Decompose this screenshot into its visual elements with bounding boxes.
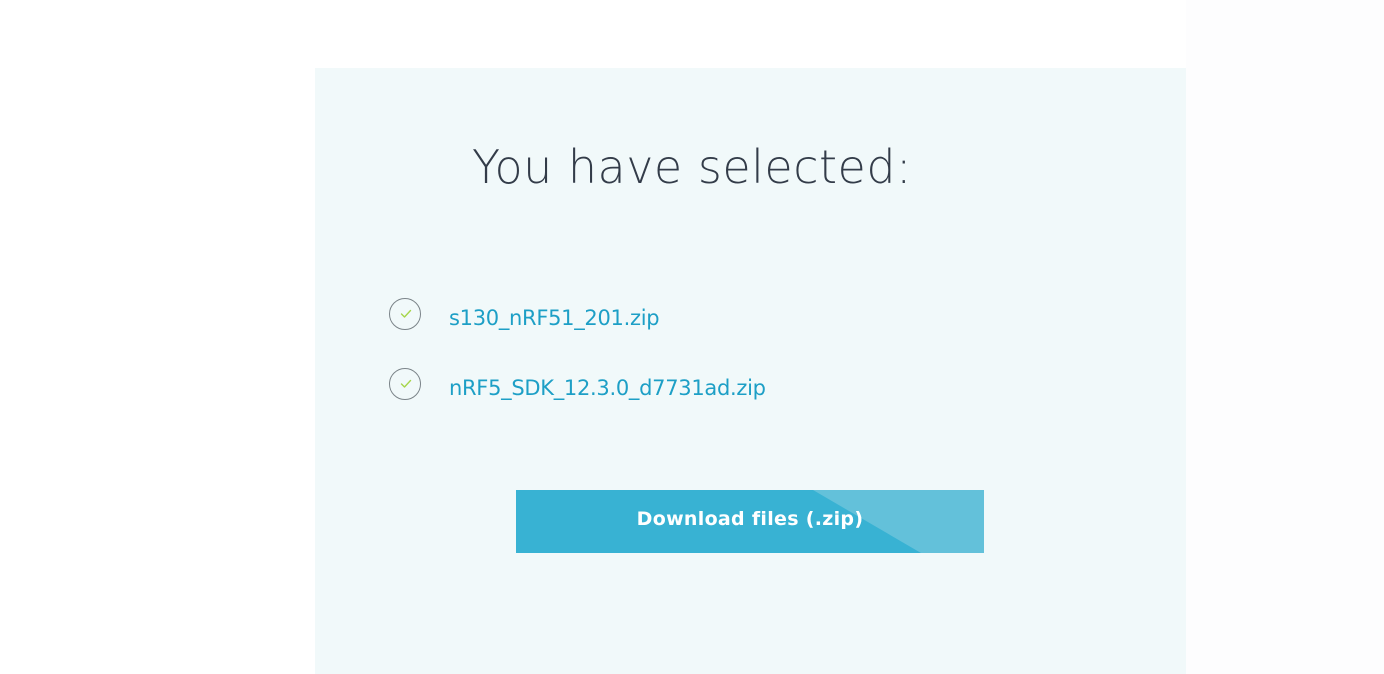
- download-files-button[interactable]: Download files (.zip): [516, 490, 984, 553]
- file-name: nRF5_SDK_12.3.0_d7731ad.zip: [449, 376, 766, 400]
- file-checkbox[interactable]: [389, 368, 421, 400]
- page-right-margin: [1186, 0, 1384, 674]
- file-checkbox[interactable]: [389, 298, 421, 330]
- check-icon: [400, 309, 412, 318]
- check-icon: [400, 379, 412, 388]
- selection-title: You have selected:: [471, 140, 913, 194]
- file-name: s130_nRF51_201.zip: [449, 306, 660, 330]
- download-button-label: Download files (.zip): [636, 508, 864, 530]
